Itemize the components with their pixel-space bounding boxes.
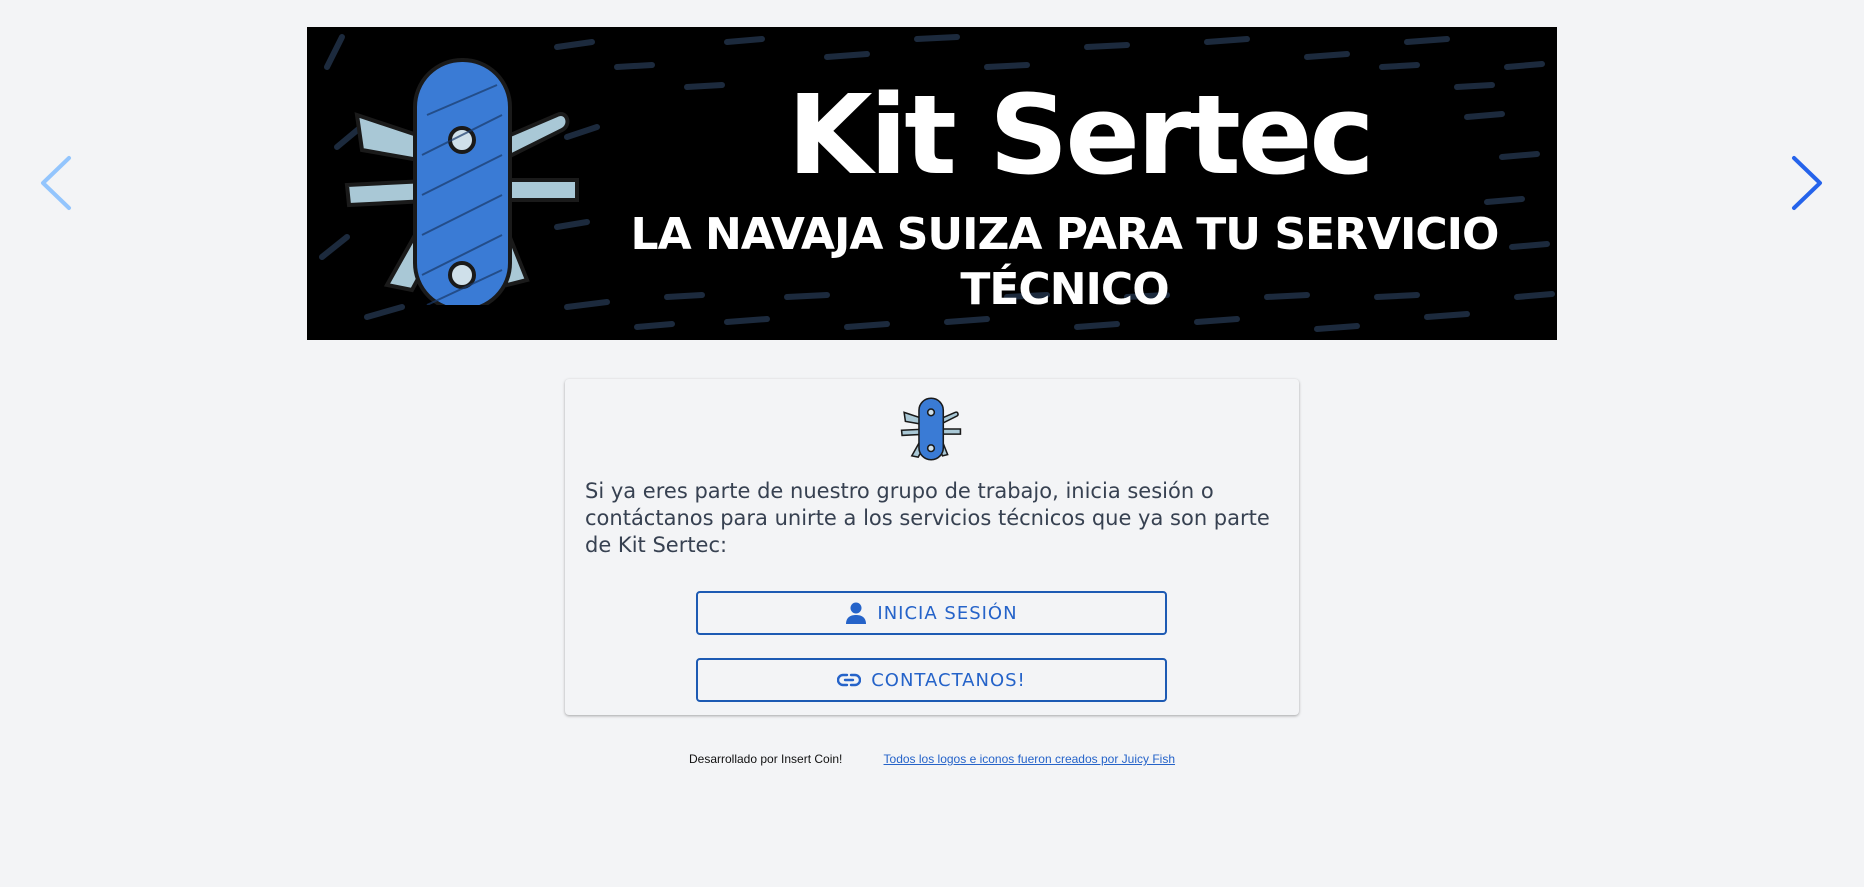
- link-icon: [837, 673, 862, 687]
- footer-credit: Desarrollado por Insert Coin!: [688, 752, 843, 766]
- banner-subtitle: LA NAVAJA SUIZA PARA TU SERVICIO TÉCNICO: [630, 209, 1500, 315]
- intro-text: Si ya eres parte de nuestro grupo de tra…: [585, 479, 1270, 557]
- swiss-knife-icon: [900, 397, 962, 461]
- carousel-next-button[interactable]: [1782, 150, 1832, 216]
- contact-button[interactable]: CONTACTANOS!: [696, 658, 1167, 702]
- footer-attribution-link[interactable]: Todos los logos e iconos fueron creados …: [884, 752, 1176, 766]
- banner-carousel: Kit Sertec LA NAVAJA SUIZA PARA TU SERVI…: [0, 0, 1864, 345]
- chevron-right-icon: [1792, 156, 1822, 210]
- banner-title: Kit Sertec: [787, 71, 1374, 199]
- contact-button-label: CONTACTANOS!: [871, 669, 1026, 691]
- card-logo: [899, 397, 963, 466]
- login-button[interactable]: INICIA SESIÓN: [696, 591, 1167, 635]
- user-icon: [845, 601, 867, 625]
- carousel-prev-button[interactable]: [31, 150, 81, 216]
- banner-slide: Kit Sertec LA NAVAJA SUIZA PARA TU SERVI…: [307, 27, 1557, 340]
- login-card: Si ya eres parte de nuestro grupo de tra…: [565, 379, 1299, 715]
- page: Kit Sertec LA NAVAJA SUIZA PARA TU SERVI…: [0, 0, 1864, 887]
- login-button-label: INICIA SESIÓN: [877, 602, 1018, 624]
- chevron-left-icon: [41, 156, 71, 210]
- footer: Desarrollado por Insert Coin! Todos los …: [0, 752, 1864, 766]
